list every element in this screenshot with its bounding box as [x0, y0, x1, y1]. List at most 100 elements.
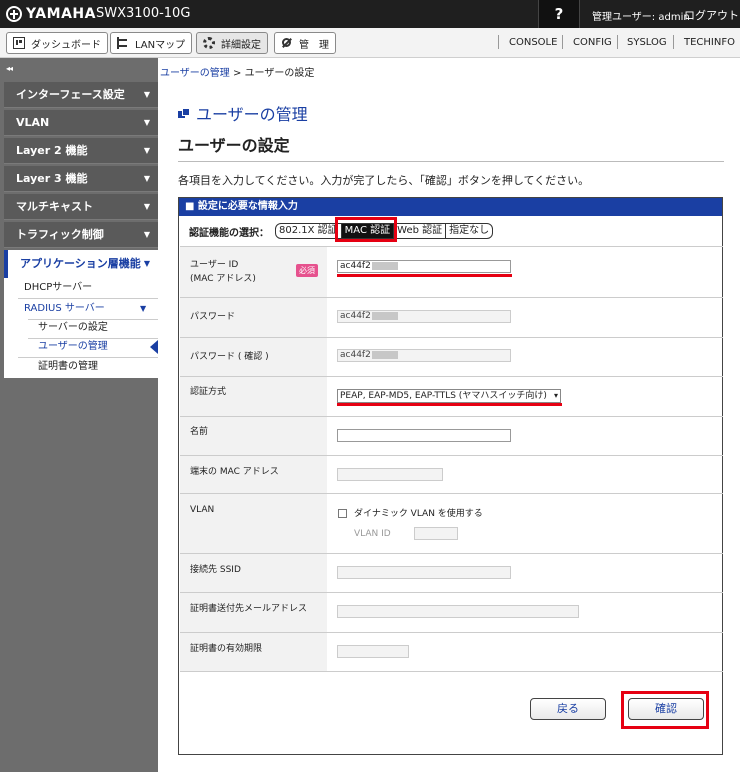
- method-web-button[interactable]: Web 認証: [393, 223, 447, 239]
- help-button[interactable]: ?: [538, 0, 580, 28]
- sidebar-item-interface[interactable]: インターフェース設定 ▼: [4, 82, 158, 108]
- password-confirm-input[interactable]: ac44f2: [337, 349, 511, 362]
- user-id-input[interactable]: ac44f2: [337, 260, 511, 273]
- row-mac: 端末の MAC アドレス: [180, 455, 723, 493]
- password-input[interactable]: ac44f2: [337, 310, 511, 323]
- detail-settings-button[interactable]: 詳細設定: [196, 32, 268, 54]
- section-title-text: ユーザーの管理: [196, 105, 308, 124]
- masked-value: [371, 350, 398, 359]
- toolbar: ダッシュボード LANマップ 詳細設定 管 理 CONSOLE CONFIG S…: [0, 28, 740, 58]
- password-value: ac44f2: [340, 311, 371, 321]
- sidebar-item-dhcp[interactable]: DHCPサーバー: [24, 278, 92, 298]
- sidebar-item-label: アプリケーション層機能: [20, 257, 141, 270]
- row-vlan: VLAN ダイナミック VLAN を使用する VLAN ID: [180, 493, 723, 553]
- top-bar: YAMAHA SWX3100-10G ? 管理ユーザー: admin ログアウト: [0, 0, 740, 28]
- yamaha-logo-icon: [6, 6, 22, 22]
- expiry-input[interactable]: [337, 645, 409, 658]
- breadcrumb-current: ユーザーの設定: [244, 68, 315, 79]
- email-input[interactable]: [337, 605, 579, 618]
- sidebar-item-label: トラフィック制御: [16, 228, 104, 241]
- lanmap-icon: [117, 37, 129, 49]
- chevron-down-icon: ▼: [140, 304, 147, 313]
- mac-label: 端末の MAC アドレス: [180, 456, 327, 493]
- masked-value: [371, 311, 398, 320]
- settings-panel: ■ 設定に必要な情報入力 認証機能の選択： 802.1X 認証 MAC 認証 W…: [178, 197, 723, 755]
- sidebar-submenu: DHCPサーバー RADIUS サーバー ▼ サーバーの設定 ユーザーの管理 証…: [4, 278, 158, 378]
- row-auth-method: 認証方式 PEAP, EAP-MD5, EAP-TTLS (ヤマハスイッチ向け)…: [180, 376, 723, 416]
- gear-icon: [203, 37, 215, 49]
- row-expiry: 証明書の有効期限: [180, 632, 723, 672]
- row-password: パスワード ac44f2: [180, 297, 723, 337]
- sidebar-item-label: Layer 2 機能: [16, 144, 88, 157]
- sidebar: ◂◂ インターフェース設定 ▼ VLAN ▼ Layer 2 機能 ▼ Layer 3…: [0, 58, 158, 772]
- auth-scheme-select[interactable]: PEAP, EAP-MD5, EAP-TTLS (ヤマハスイッチ向け) ▾: [337, 389, 561, 403]
- toolbar-divider: [673, 35, 674, 49]
- back-button[interactable]: 戻る: [530, 698, 606, 720]
- syslog-link[interactable]: SYSLOG: [627, 37, 667, 48]
- ssid-label: 接続先 SSID: [180, 554, 327, 592]
- yamaha-logo: YAMAHA: [6, 5, 96, 23]
- config-link[interactable]: CONFIG: [573, 37, 612, 48]
- brand-name: YAMAHA: [26, 6, 96, 22]
- mac-input[interactable]: [337, 468, 443, 481]
- lanmap-label: LANマップ: [135, 39, 186, 51]
- chevron-down-icon: ▼: [143, 259, 150, 268]
- password-confirm-value: ac44f2: [340, 350, 371, 360]
- vlan-id-label: VLAN ID: [354, 529, 391, 539]
- page-title: ユーザーの設定: [178, 136, 290, 155]
- vlan-label: VLAN: [180, 494, 327, 553]
- sidebar-item-cert-mgmt[interactable]: 証明書の管理: [38, 357, 98, 377]
- highlight-underline: [337, 274, 512, 277]
- password-confirm-label: パスワード ( 確認 ): [180, 338, 327, 376]
- model-name: SWX3100-10G: [96, 6, 191, 21]
- sidebar-item-traffic[interactable]: トラフィック制御 ▼: [4, 222, 158, 248]
- ssid-input[interactable]: [337, 566, 511, 579]
- sidebar-item-layer3[interactable]: Layer 3 機能 ▼: [4, 166, 158, 192]
- dashboard-icon: [13, 37, 25, 49]
- breadcrumb-parent-link[interactable]: ユーザーの管理: [160, 68, 230, 79]
- row-name: 名前: [180, 416, 723, 455]
- admin-user-label: 管理ユーザー: admin: [592, 12, 690, 23]
- password-label: パスワード: [180, 298, 327, 337]
- highlight-underline: [337, 403, 562, 406]
- dashboard-button[interactable]: ダッシュボード: [6, 32, 108, 54]
- sidebar-item-vlan[interactable]: VLAN ▼: [4, 110, 158, 136]
- method-none-button[interactable]: 指定なし: [445, 223, 494, 239]
- collapse-sidebar-icon[interactable]: ◂◂: [6, 64, 13, 73]
- highlight-box: [335, 217, 397, 242]
- logout-link[interactable]: ログアウト: [684, 7, 739, 23]
- sidebar-item-label: マルチキャスト: [16, 200, 93, 213]
- auth-scheme-label: 認証方式: [180, 377, 327, 416]
- sidebar-item-server-settings[interactable]: サーバーの設定: [38, 318, 108, 338]
- email-label: 証明書送付先メールアドレス: [180, 593, 327, 632]
- breadcrumb: ユーザーの管理 > ユーザーの設定: [160, 64, 314, 79]
- sidebar-item-application[interactable]: アプリケーション層機能 ▼: [4, 250, 158, 278]
- dynamic-vlan-checkbox[interactable]: [338, 509, 347, 518]
- name-input[interactable]: [337, 429, 511, 442]
- chevron-down-icon: ▼: [143, 174, 150, 183]
- row-email: 証明書送付先メールアドレス: [180, 592, 723, 632]
- manage-button[interactable]: 管 理: [274, 32, 336, 54]
- console-link[interactable]: CONSOLE: [509, 37, 557, 48]
- panel-heading: ■ 設定に必要な情報入力: [179, 198, 722, 216]
- sidebar-item-multicast[interactable]: マルチキャスト ▼: [4, 194, 158, 220]
- sidebar-item-user-mgmt[interactable]: ユーザーの管理: [38, 337, 108, 357]
- row-password-confirm: パスワード ( 確認 ) ac44f2: [180, 337, 723, 376]
- lanmap-button[interactable]: LANマップ: [110, 32, 193, 54]
- vlan-id-input[interactable]: [414, 527, 458, 540]
- dynamic-vlan-label: ダイナミック VLAN を使用する: [354, 509, 483, 519]
- chevron-down-icon: ▾: [553, 391, 558, 400]
- method-8021x-button[interactable]: 802.1X 認証: [275, 223, 342, 239]
- toolbar-divider: [498, 35, 499, 49]
- sidebar-item-radius[interactable]: RADIUS サーバー: [24, 299, 105, 319]
- toolbar-divider: [562, 35, 563, 49]
- section-icon: [178, 108, 190, 118]
- sidebar-item-layer2[interactable]: Layer 2 機能 ▼: [4, 138, 158, 164]
- active-indicator-icon: [150, 340, 158, 354]
- manage-label: 管 理: [299, 39, 329, 51]
- highlight-box: [621, 691, 709, 729]
- sidebar-item-label: インターフェース設定: [16, 88, 125, 101]
- techinfo-link[interactable]: TECHINFO: [684, 37, 735, 48]
- chevron-down-icon: ▼: [143, 90, 150, 99]
- instruction-text: 各項目を入力してください。入力が完了したら、「確認」ボタンを押してください。: [178, 174, 590, 187]
